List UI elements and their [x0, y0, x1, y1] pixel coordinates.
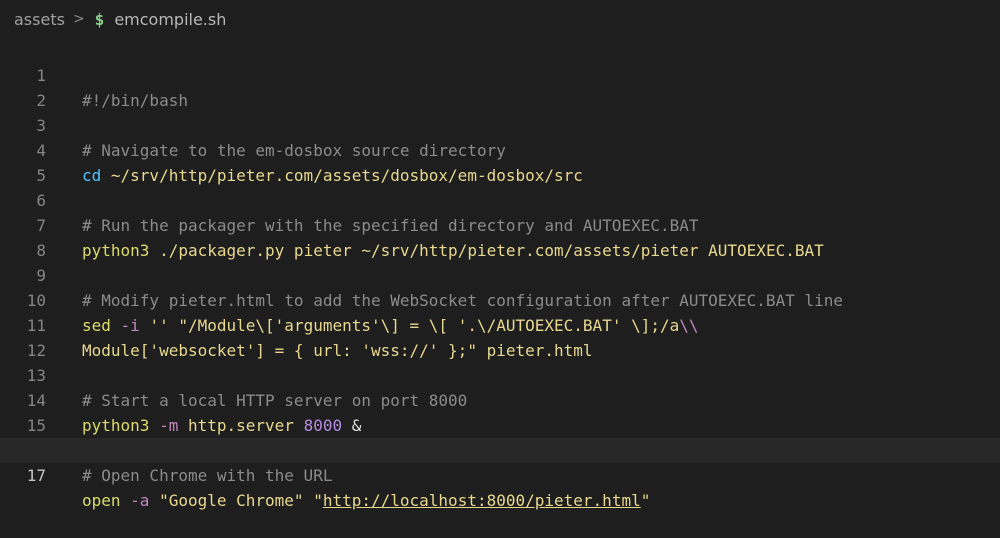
code-text: open -a "Google Chrome" "http://localhos… — [82, 488, 650, 513]
breadcrumb-folder[interactable]: assets — [14, 10, 65, 29]
code-line[interactable]: 3 # Navigate to the em-dosbox source dir… — [0, 88, 1000, 160]
command: open — [82, 491, 121, 510]
code-line[interactable]: 7 python3 ./packager.py pieter ~/srv/htt… — [0, 188, 1000, 260]
option: -a — [120, 491, 150, 510]
string: "Google Chrome" — [149, 491, 304, 510]
code-line[interactable]: 4 cd ~/srv/http/pieter.com/assets/dosbox… — [0, 113, 1000, 185]
code-line[interactable]: 15 — [0, 388, 1000, 435]
code-line[interactable]: 16 # Open Chrome with the URL — [0, 413, 1000, 485]
code-line[interactable]: 5 — [0, 138, 1000, 185]
line-number: 17 — [26, 466, 46, 485]
code-line[interactable]: 12 — [0, 313, 1000, 360]
shell-file-icon: $ — [94, 9, 105, 29]
comment: # Open Chrome with the URL — [82, 466, 333, 485]
string-quote: " — [640, 491, 651, 510]
code-line[interactable]: 2 — [0, 63, 1000, 110]
code-line[interactable]: 9 # Modify pieter.html to add the WebSoc… — [0, 238, 1000, 310]
code-line[interactable]: 14 python3 -m http.server 8000 & — [0, 363, 1000, 435]
chevron-right-icon: > — [72, 11, 85, 27]
url-link[interactable]: http://localhost:8000/pieter.html — [323, 491, 641, 510]
code-line[interactable]: 1 #!/bin/bash — [0, 38, 1000, 110]
code-text: # Open Chrome with the URL — [82, 463, 332, 488]
code-line[interactable]: 6 # Run the packager with the specified … — [0, 163, 1000, 235]
code-line-current[interactable]: 17 open -a "Google Chrome" "http://local… — [0, 438, 1000, 510]
code-line[interactable]: 13 # Start a local HTTP server on port 8… — [0, 338, 1000, 410]
code-editor[interactable]: 1 #!/bin/bash 2 3 # Navigate to the em-d… — [0, 38, 1000, 538]
breadcrumb-file[interactable]: emcompile.sh — [114, 10, 226, 29]
string-quote: " — [303, 491, 323, 510]
code-line[interactable]: 10 sed -i '' "/Module\['arguments'\] = \… — [0, 263, 1000, 335]
code-line[interactable]: 11 Module['websocket'] = { url: 'wss://'… — [0, 288, 1000, 360]
breadcrumb: assets > $ emcompile.sh — [0, 0, 1000, 38]
code-line[interactable]: 8 — [0, 213, 1000, 260]
